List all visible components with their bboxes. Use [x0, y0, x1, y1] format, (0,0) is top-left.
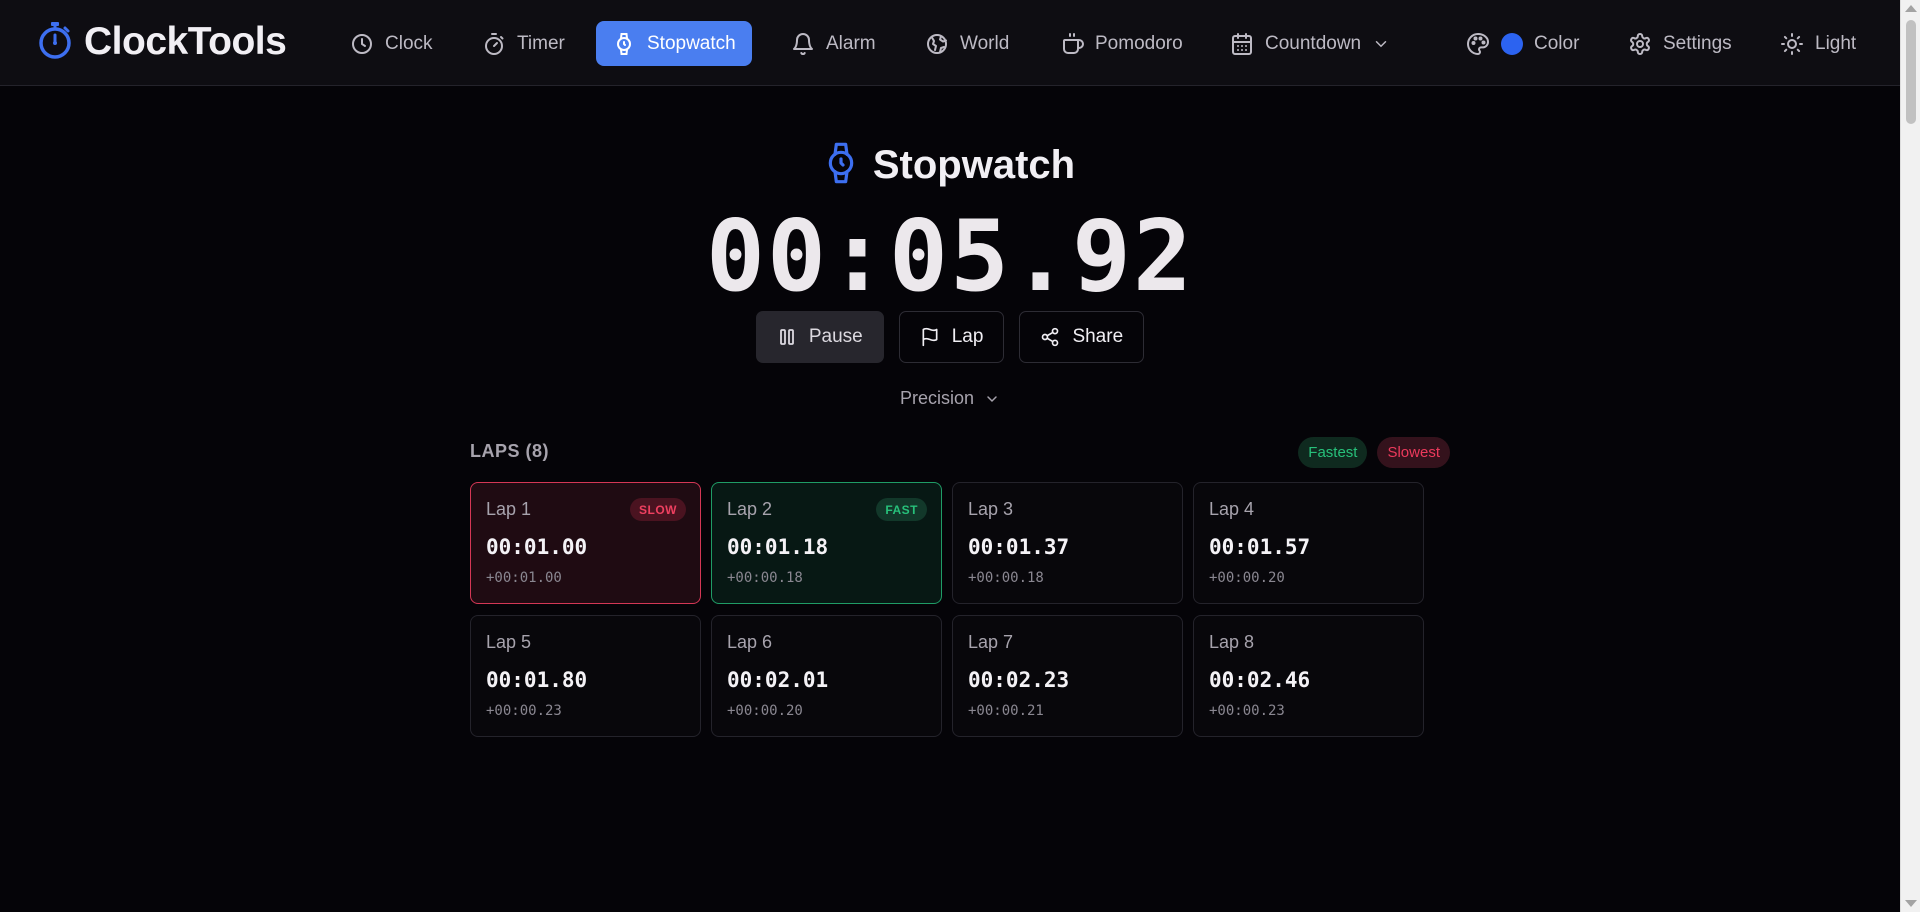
lap-name: Lap 5 — [486, 632, 532, 652]
pause-button[interactable]: Pause — [755, 311, 884, 363]
lap-total-time: 00:01.18 — [727, 535, 829, 559]
precision-dropdown[interactable]: Precision — [0, 388, 1900, 409]
lap-name: Lap 6 — [727, 632, 773, 652]
chevron-down-icon — [1375, 40, 1387, 47]
clock-icon — [352, 33, 372, 54]
lap-name: Lap 3 — [968, 499, 1014, 519]
nav-item-alarm[interactable]: Alarm — [775, 21, 892, 66]
laps-legend: Fastest Slowest — [1298, 437, 1450, 468]
nav-item-label: Clock — [385, 32, 433, 54]
flag-icon — [922, 327, 938, 347]
lap-total-time: 00:01.80 — [486, 668, 588, 692]
lap-name: Lap 8 — [1209, 632, 1255, 652]
lap-card: Lap 1 SLOW 00:01.00 +00:01.00 — [470, 482, 701, 604]
gear-icon — [1630, 32, 1650, 55]
pause-icon — [779, 329, 794, 345]
color-picker-button[interactable]: Color — [1450, 21, 1595, 66]
nav-item-timer[interactable]: Timer — [466, 21, 581, 66]
brand[interactable]: ClockTools — [38, 20, 287, 64]
brand-title: ClockTools — [84, 20, 287, 63]
lap-name: Lap 7 — [968, 632, 1014, 652]
lap-card: Lap 6 00:02.01 +00:00.20 — [711, 615, 942, 737]
legend-fastest: Fastest — [1298, 437, 1368, 468]
scrollbar-thumb[interactable] — [1906, 20, 1916, 124]
share-button[interactable]: Share — [1019, 311, 1145, 363]
settings-label: Settings — [1663, 32, 1732, 54]
legend-slowest: Slowest — [1377, 437, 1450, 468]
lap-split-time: +00:00.20 — [727, 703, 803, 719]
lap-split-time: +00:00.23 — [1209, 703, 1285, 719]
nav-item-label: Alarm — [826, 32, 876, 54]
globe-icon — [927, 33, 947, 54]
coffee-icon — [1063, 32, 1084, 54]
chevron-down-icon — [987, 395, 997, 402]
nav-item-pomodoro[interactable]: Pomodoro — [1044, 21, 1199, 66]
nav-item-label: World — [960, 32, 1010, 54]
lap-total-time: 00:01.57 — [1209, 535, 1311, 559]
scroll-down-arrow-icon[interactable] — [1905, 900, 1917, 907]
page-scrollbar[interactable] — [1900, 0, 1920, 912]
color-label: Color — [1534, 32, 1580, 54]
sun-icon — [1781, 32, 1803, 55]
page-title: Stopwatch — [872, 143, 1076, 187]
lap-total-time: 00:02.23 — [968, 668, 1070, 692]
fast-badge: FAST — [876, 498, 927, 521]
share-label: Share — [1072, 326, 1124, 347]
stopwatch-controls: Pause Lap Share — [0, 311, 1900, 363]
lap-button[interactable]: Lap — [898, 311, 1005, 363]
laps-list: Lap 1 SLOW 00:01.00 +00:01.00 Lap 2 FAST… — [470, 482, 1424, 737]
stopwatch-icon — [617, 32, 631, 55]
lap-card: Lap 3 00:01.37 +00:00.18 — [952, 482, 1183, 604]
lap-card: Lap 8 00:02.46 +00:00.23 — [1193, 615, 1424, 737]
nav-item-label: Pomodoro — [1095, 32, 1183, 54]
pause-label: Pause — [808, 326, 863, 347]
theme-toggle-button[interactable]: Light — [1764, 21, 1872, 66]
lap-total-time: 00:01.37 — [968, 535, 1070, 559]
scroll-up-arrow-icon[interactable] — [1905, 5, 1917, 12]
laps-header: LAPS (8) — [470, 441, 550, 461]
stopwatch-page: ClockTools Clock Timer Stopwatch Alarm W… — [0, 0, 1920, 912]
lap-total-time: 00:01.00 — [486, 535, 588, 559]
elapsed-time-display: 00:05.92 — [705, 200, 1194, 314]
lap-name: Lap 4 — [1209, 499, 1255, 519]
bell-icon — [793, 32, 813, 55]
settings-button[interactable]: Settings — [1612, 21, 1748, 66]
lap-label: Lap — [951, 326, 984, 347]
share-icon — [1042, 327, 1059, 347]
nav-item-clock[interactable]: Clock — [334, 21, 449, 66]
theme-label: Light — [1815, 32, 1857, 54]
palette-icon — [1467, 32, 1489, 55]
lap-card: Lap 4 00:01.57 +00:00.20 — [1193, 482, 1424, 604]
lap-card: Lap 2 FAST 00:01.18 +00:00.18 — [711, 482, 942, 604]
lap-card: Lap 7 00:02.23 +00:00.21 — [952, 615, 1183, 737]
lap-total-time: 00:02.46 — [1209, 668, 1311, 692]
nav-item-countdown[interactable]: Countdown — [1214, 21, 1406, 66]
lap-split-time: +00:00.18 — [727, 570, 803, 586]
top-navbar: ClockTools Clock Timer Stopwatch Alarm W… — [0, 0, 1900, 86]
calendar-icon — [1232, 32, 1252, 55]
lap-split-time: +00:00.18 — [968, 570, 1044, 586]
precision-label: Precision — [899, 388, 975, 408]
nav-item-label: Stopwatch — [647, 32, 736, 54]
lap-card: Lap 5 00:01.80 +00:00.23 — [470, 615, 701, 737]
stopwatch-icon — [825, 140, 857, 191]
lap-split-time: +00:01.00 — [486, 570, 562, 586]
nav-item-label: Countdown — [1265, 32, 1362, 54]
nav-item-world[interactable]: World — [909, 21, 1025, 66]
slow-badge: SLOW — [630, 498, 686, 521]
nav-item-stopwatch[interactable]: Stopwatch — [596, 21, 752, 66]
stopwatch-logo-icon — [38, 21, 72, 64]
lap-split-time: +00:00.20 — [1209, 570, 1285, 586]
lap-split-time: +00:00.23 — [486, 703, 562, 719]
page-heading: Stopwatch — [0, 140, 1900, 191]
lap-split-time: +00:00.21 — [968, 703, 1044, 719]
lap-total-time: 00:02.01 — [727, 668, 829, 692]
nav-item-label: Timer — [517, 32, 565, 54]
timer-icon — [485, 32, 504, 55]
color-swatch — [1501, 32, 1523, 55]
